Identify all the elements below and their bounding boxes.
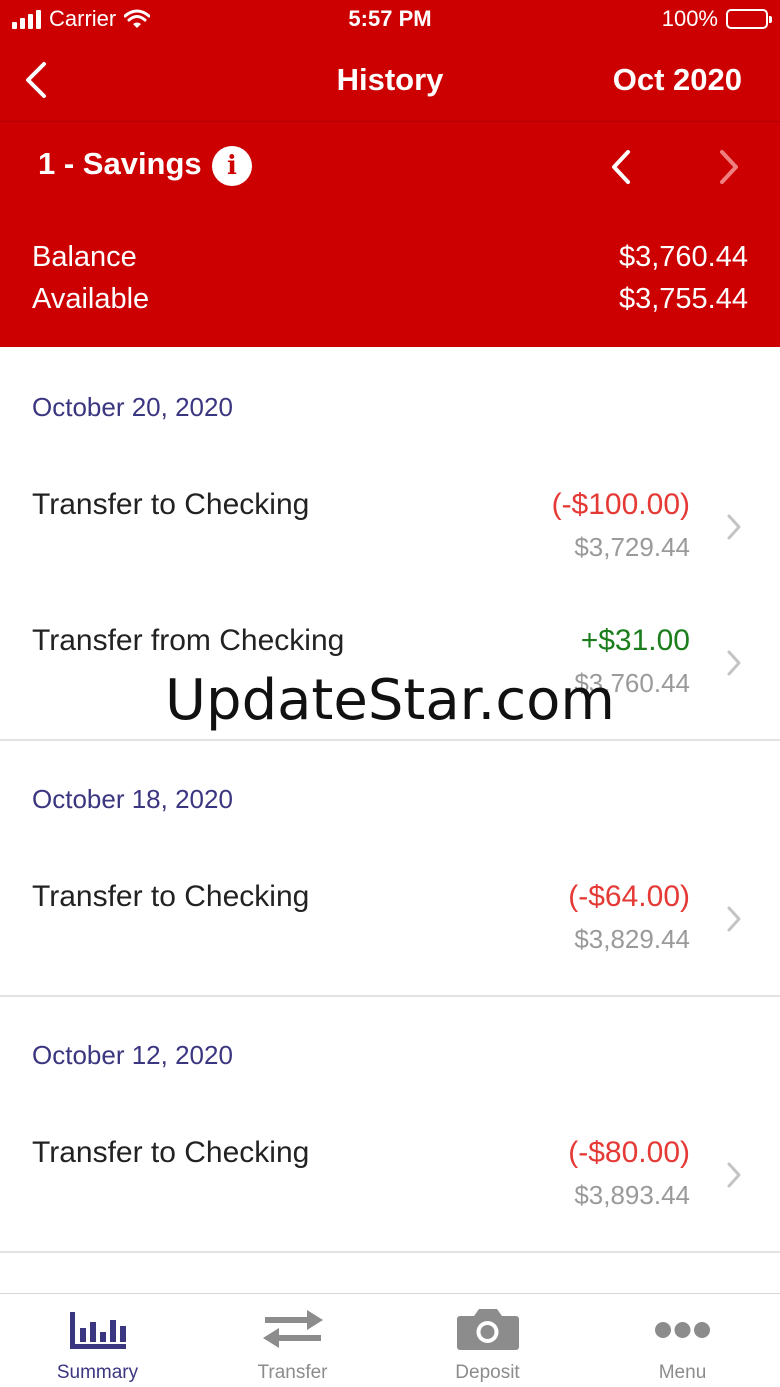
transaction-amount: +$31.00 xyxy=(580,624,690,657)
running-balance: $3,829.44 xyxy=(574,924,690,954)
section-divider xyxy=(0,739,780,741)
status-bar: Carrier 5:57 PM 100% xyxy=(0,0,780,40)
battery-icon xyxy=(726,9,772,29)
section-divider xyxy=(0,995,780,997)
running-balance: $3,893.44 xyxy=(574,1180,690,1210)
bar-chart-icon xyxy=(70,1312,126,1349)
next-account-button[interactable] xyxy=(708,144,748,190)
tab-transfer[interactable]: Transfer xyxy=(195,1294,390,1387)
transaction-row[interactable]: Transfer to Checking (-$64.00) $3,829.44 xyxy=(0,880,780,990)
chevron-right-icon xyxy=(720,150,738,184)
status-right: 100% xyxy=(661,6,772,32)
more-dots-icon xyxy=(655,1322,710,1338)
transaction-description: Transfer to Checking xyxy=(32,1136,310,1169)
transaction-amount: (-$64.00) xyxy=(568,880,690,913)
balance-label: Balance xyxy=(32,241,137,273)
tab-summary[interactable]: Summary xyxy=(0,1294,195,1387)
tab-menu[interactable]: Menu xyxy=(585,1294,780,1387)
available-label: Available xyxy=(32,283,150,315)
tab-bar: Summary Transfer Deposit Menu xyxy=(0,1293,780,1387)
balance-value: $3,760.44 xyxy=(618,241,748,273)
running-balance: $3,729.44 xyxy=(574,532,690,562)
transaction-description: Transfer from Checking xyxy=(32,624,345,657)
watermark: UpdateStar.com xyxy=(165,668,615,733)
section-divider xyxy=(0,1251,780,1253)
account-name: 1 - Savings xyxy=(38,146,202,181)
transaction-description: Transfer to Checking xyxy=(32,880,310,913)
previous-account-button[interactable] xyxy=(602,144,642,190)
chevron-right-icon xyxy=(727,906,741,932)
transaction-amount: (-$80.00) xyxy=(568,1136,690,1169)
account-row: 1 - Savings i xyxy=(0,122,780,212)
transaction-description: Transfer to Checking xyxy=(32,488,310,521)
available-value: $3,755.44 xyxy=(618,283,748,315)
tab-label: Menu xyxy=(658,1362,707,1383)
tab-label: Transfer xyxy=(257,1362,328,1383)
nav-bar: History Oct 2020 xyxy=(0,40,780,120)
transaction-amount: (-$100.00) xyxy=(551,488,690,521)
battery-percent: 100% xyxy=(661,6,718,31)
chevron-left-icon xyxy=(612,150,630,184)
account-header: Carrier 5:57 PM 100% History Oct 2020 1 … xyxy=(0,0,780,347)
chevron-right-icon xyxy=(727,1162,741,1188)
camera-icon xyxy=(457,1309,519,1350)
transfer-arrows-icon xyxy=(263,1310,323,1348)
tab-deposit[interactable]: Deposit xyxy=(390,1294,585,1387)
tab-label: Deposit xyxy=(455,1362,520,1383)
date-header: October 20, 2020 xyxy=(32,392,233,422)
info-icon[interactable]: i xyxy=(212,146,252,186)
transaction-row[interactable]: Transfer to Checking (-$100.00) $3,729.4… xyxy=(0,488,780,598)
date-header: October 12, 2020 xyxy=(32,1040,233,1070)
chevron-right-icon xyxy=(727,514,741,540)
transaction-row[interactable]: Transfer to Checking (-$80.00) $3,893.44 xyxy=(0,1136,780,1246)
tab-label: Summary xyxy=(56,1362,139,1383)
date-header: October 18, 2020 xyxy=(32,784,233,814)
month-selector[interactable]: Oct 2020 xyxy=(613,62,742,98)
